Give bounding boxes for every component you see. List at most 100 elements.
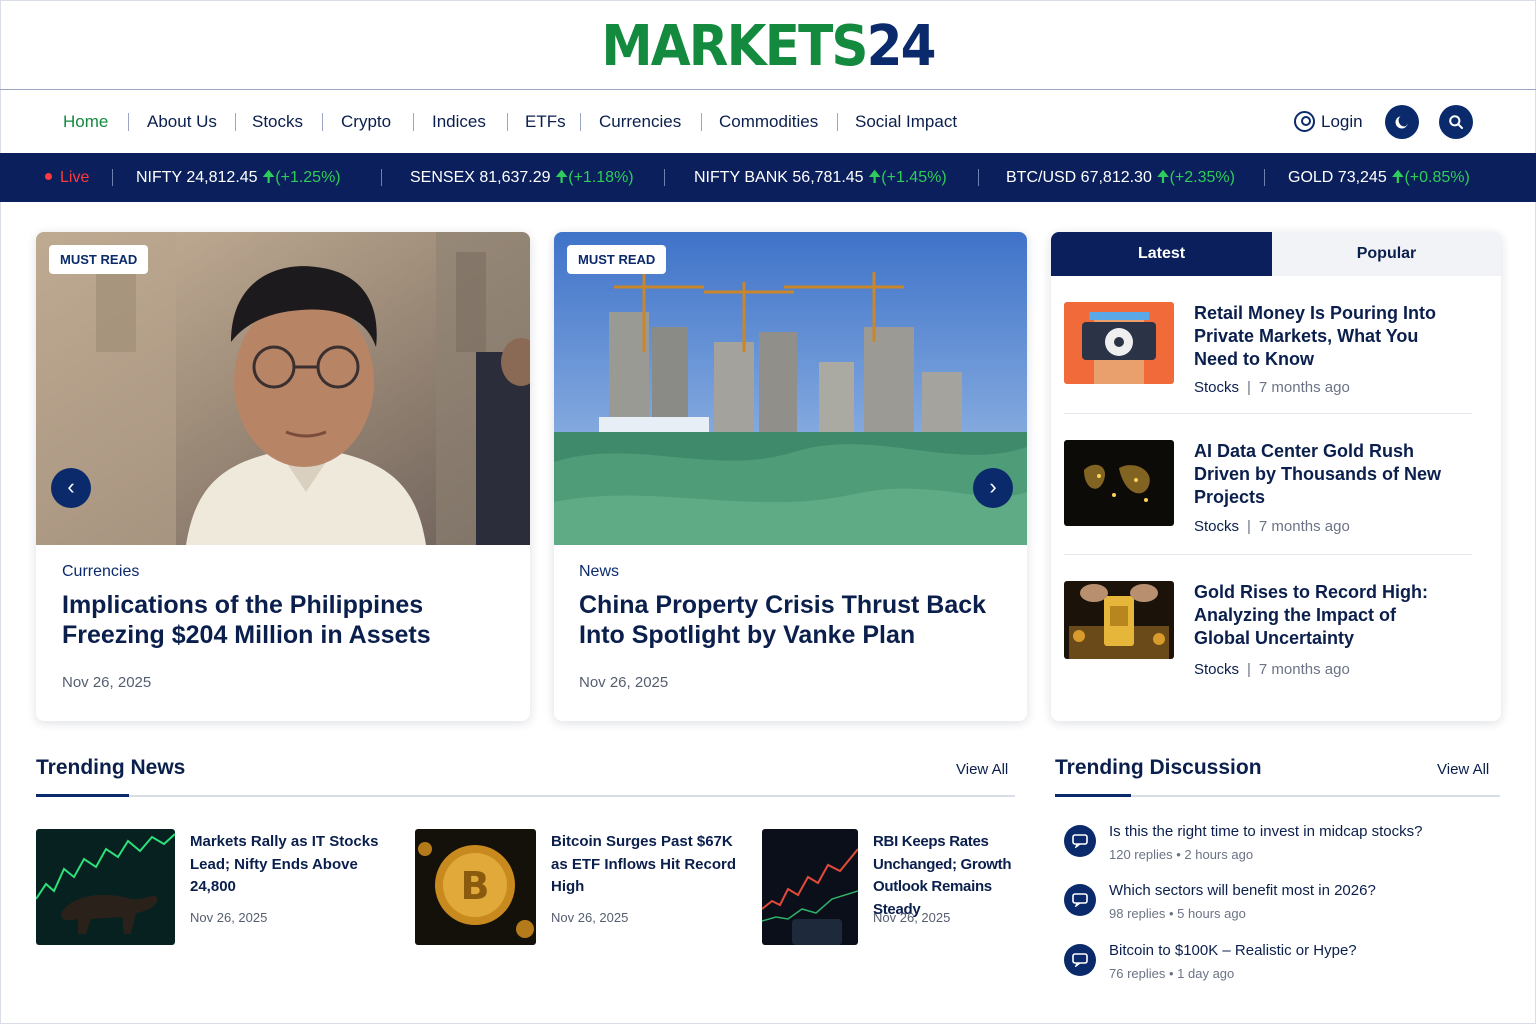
nav-social-impact[interactable]: Social Impact bbox=[855, 91, 957, 153]
article-category[interactable]: News bbox=[579, 563, 619, 581]
nav-about-us[interactable]: About Us bbox=[147, 91, 217, 153]
side-article-title[interactable]: AI Data Center Gold Rush Driven by Thous… bbox=[1194, 440, 1454, 509]
side-article[interactable]: Retail Money Is Pouring Into Private Mar… bbox=[1064, 302, 1472, 396]
article-thumbnail bbox=[1064, 581, 1174, 659]
ticker-name: SENSEX 81,637.29 bbox=[410, 169, 551, 186]
discussion-question[interactable]: Is this the right time to invest in midc… bbox=[1109, 823, 1422, 840]
ticker-name: BTC/USD 67,812.30 bbox=[1006, 169, 1152, 186]
article-thumbnail bbox=[1064, 440, 1174, 526]
section-rule bbox=[36, 795, 1015, 797]
article-image bbox=[554, 232, 1027, 545]
nav-divider bbox=[128, 113, 129, 131]
featured-article-card[interactable]: MUST READ › News China Property Crisis T… bbox=[554, 232, 1027, 721]
ticker-change: (+2.35%) bbox=[1169, 169, 1235, 186]
ticker-divider bbox=[112, 169, 113, 186]
meta-divider: | bbox=[1247, 661, 1251, 678]
chat-bubble-icon bbox=[1064, 944, 1096, 976]
nav-stocks[interactable]: Stocks bbox=[252, 91, 303, 153]
ticker-item[interactable]: NIFTY 24,812.45 🠉(+1.25%) bbox=[136, 153, 341, 202]
article-title[interactable]: China Property Crisis Thrust Back Into S… bbox=[579, 590, 997, 650]
meta-divider: | bbox=[1247, 518, 1251, 535]
dark-mode-toggle[interactable] bbox=[1385, 105, 1419, 139]
up-arrow-icon: 🠉 bbox=[262, 169, 276, 186]
nav-divider bbox=[837, 113, 838, 131]
ticker-item[interactable]: NIFTY BANK 56,781.45 🠉(+1.45%) bbox=[694, 153, 947, 202]
reply-count: 98 replies bbox=[1109, 906, 1166, 921]
reply-count: 76 replies bbox=[1109, 966, 1166, 981]
ticker-name: NIFTY 24,812.45 bbox=[136, 169, 258, 186]
nav-crypto[interactable]: Crypto bbox=[341, 91, 391, 153]
ticker-divider bbox=[978, 169, 979, 186]
discussion-question[interactable]: Bitcoin to $100K – Realistic or Hype? bbox=[1109, 942, 1357, 959]
article-category[interactable]: Currencies bbox=[62, 563, 139, 581]
nav-commodities[interactable]: Commodities bbox=[719, 91, 818, 153]
must-read-badge: MUST READ bbox=[49, 245, 149, 274]
ticker-divider bbox=[381, 169, 382, 186]
live-dot-icon bbox=[45, 173, 52, 180]
article-category[interactable]: Stocks bbox=[1194, 661, 1239, 678]
ticker-item[interactable]: GOLD 73,245 🠉(+0.85%) bbox=[1288, 153, 1470, 202]
discussion-meta: 76 replies • 1 day ago bbox=[1109, 966, 1235, 981]
featured-article-card[interactable]: MUST READ ‹ Currencies Implications of t… bbox=[36, 232, 530, 721]
tab-latest[interactable]: Latest bbox=[1051, 232, 1272, 276]
meta-divider: | bbox=[1247, 379, 1251, 396]
user-icon bbox=[1294, 111, 1315, 132]
nav-indices[interactable]: Indices bbox=[432, 91, 486, 153]
trending-article-title[interactable]: RBI Keeps Rates Unchanged; Growth Outloo… bbox=[873, 831, 1037, 921]
nav-divider bbox=[235, 113, 236, 131]
divider bbox=[1064, 413, 1472, 414]
chat-bubble-icon bbox=[1064, 884, 1096, 916]
discussion-question[interactable]: Which sectors will benefit most in 2026? bbox=[1109, 882, 1376, 899]
up-arrow-icon: 🠉 bbox=[1156, 169, 1170, 186]
discussion-item[interactable]: Bitcoin to $100K – Realistic or Hype? 76… bbox=[1064, 942, 1504, 986]
discussion-age: 2 hours ago bbox=[1184, 847, 1254, 862]
side-article-title[interactable]: Retail Money Is Pouring Into Private Mar… bbox=[1194, 302, 1454, 371]
main-nav: Home About Us Stocks Crypto Indices ETFs… bbox=[0, 91, 1536, 153]
up-arrow-icon: 🠉 bbox=[1391, 169, 1405, 186]
discussion-item[interactable]: Is this the right time to invest in midc… bbox=[1064, 823, 1504, 867]
nav-divider bbox=[580, 113, 581, 131]
side-article-title[interactable]: Gold Rises to Record High: Analyzing the… bbox=[1194, 581, 1454, 650]
article-title[interactable]: Implications of the Philippines Freezing… bbox=[62, 590, 500, 650]
nav-home[interactable]: Home bbox=[63, 91, 108, 153]
must-read-badge: MUST READ bbox=[567, 245, 667, 274]
reply-count: 120 replies bbox=[1109, 847, 1173, 862]
search-button[interactable] bbox=[1439, 105, 1473, 139]
nav-etfs[interactable]: ETFs bbox=[525, 91, 566, 153]
article-date: Nov 26, 2025 bbox=[190, 910, 268, 925]
ticker-change: (+1.25%) bbox=[275, 169, 341, 186]
logo-text-blue: 24 bbox=[866, 14, 937, 79]
ticker-item[interactable]: SENSEX 81,637.29 🠉(+1.18%) bbox=[410, 153, 634, 202]
logo-text-green: MARKETS bbox=[601, 14, 868, 79]
trending-article-title[interactable]: Markets Rally as IT Stocks Lead; Nifty E… bbox=[190, 831, 390, 899]
live-label: Live bbox=[60, 169, 90, 186]
side-article-meta: Stocks | 7 months ago bbox=[1194, 661, 1350, 678]
trending-article-title[interactable]: Bitcoin Surges Past $67K as ETF Inflows … bbox=[551, 831, 741, 899]
discussion-age: 5 hours ago bbox=[1177, 906, 1246, 921]
article-category[interactable]: Stocks bbox=[1194, 518, 1239, 535]
article-date: Nov 26, 2025 bbox=[873, 910, 951, 925]
side-article[interactable]: Gold Rises to Record High: Analyzing the… bbox=[1064, 581, 1472, 678]
discussion-item[interactable]: Which sectors will benefit most in 2026?… bbox=[1064, 882, 1504, 926]
up-arrow-icon: 🠉 bbox=[868, 169, 882, 186]
article-category[interactable]: Stocks bbox=[1194, 379, 1239, 396]
ticker-item[interactable]: BTC/USD 67,812.30 🠉(+2.35%) bbox=[1006, 153, 1235, 202]
moon-icon bbox=[1395, 116, 1408, 129]
site-logo[interactable]: MARKETS24 bbox=[61, 14, 1474, 79]
discussion-meta: 120 replies • 2 hours ago bbox=[1109, 847, 1254, 862]
trending-view-all-link[interactable]: View All bbox=[956, 761, 1008, 778]
nav-divider bbox=[507, 113, 508, 131]
login-button[interactable]: Login bbox=[1294, 91, 1363, 153]
article-age: 7 months ago bbox=[1258, 661, 1350, 678]
side-article-meta: Stocks | 7 months ago bbox=[1194, 379, 1350, 396]
carousel-prev-button[interactable]: ‹ bbox=[51, 468, 91, 508]
section-rule-accent bbox=[36, 794, 129, 797]
side-article[interactable]: AI Data Center Gold Rush Driven by Thous… bbox=[1064, 440, 1472, 535]
discussion-age: 1 day ago bbox=[1177, 966, 1235, 981]
nav-currencies[interactable]: Currencies bbox=[599, 91, 681, 153]
discussion-view-all-link[interactable]: View All bbox=[1437, 761, 1489, 778]
tab-popular[interactable]: Popular bbox=[1272, 232, 1501, 276]
carousel-next-button[interactable]: › bbox=[973, 468, 1013, 508]
article-thumbnail bbox=[1064, 302, 1174, 384]
ticker-name: GOLD 73,245 bbox=[1288, 169, 1387, 186]
